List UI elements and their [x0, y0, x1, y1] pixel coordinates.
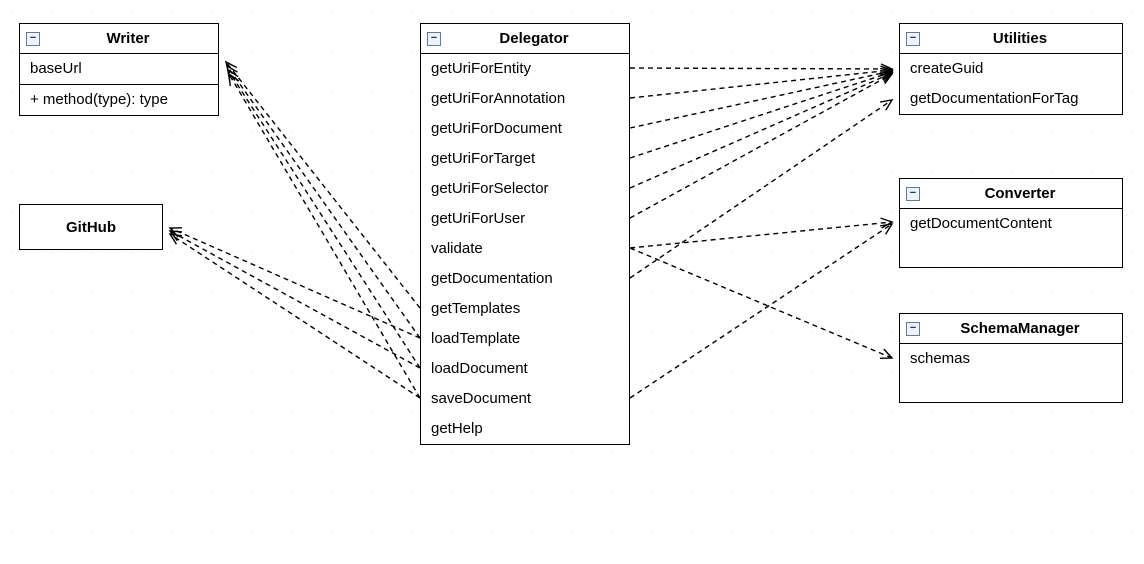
attribute-row: baseUrl: [20, 54, 218, 84]
class-schemamanager[interactable]: − SchemaManager schemas: [899, 313, 1123, 403]
class-title: SchemaManager: [924, 320, 1116, 337]
member-row: getUriForEntity: [421, 54, 629, 84]
member-row: getUriForUser: [421, 204, 629, 234]
member-row: getHelp: [421, 414, 629, 444]
class-header: − Delegator: [421, 24, 629, 54]
class-title: Delegator: [445, 30, 623, 47]
member-row: getUriForTarget: [421, 144, 629, 174]
empty-compartment: [900, 374, 1122, 402]
class-title: Converter: [924, 185, 1116, 202]
diagram-canvas: − Writer baseUrl + method(type): type Gi…: [0, 0, 1144, 564]
class-title: Writer: [44, 30, 212, 47]
member-row: validate: [421, 234, 629, 264]
class-title: Utilities: [924, 30, 1116, 47]
class-header: − Utilities: [900, 24, 1122, 54]
operation-row: + method(type): type: [20, 85, 218, 115]
member-row: loadDocument: [421, 354, 629, 384]
member-row: getTemplates: [421, 294, 629, 324]
member-row: getDocumentContent: [900, 209, 1122, 239]
class-header: − SchemaManager: [900, 314, 1122, 344]
member-row: saveDocument: [421, 384, 629, 414]
member-row: createGuid: [900, 54, 1122, 84]
member-row: getUriForSelector: [421, 174, 629, 204]
member-row: schemas: [900, 344, 1122, 374]
class-header: − Writer: [20, 24, 218, 54]
member-row: loadTemplate: [421, 324, 629, 354]
class-title: GitHub: [26, 219, 156, 236]
collapse-icon[interactable]: −: [906, 32, 920, 46]
class-header: GitHub: [20, 205, 162, 249]
class-header: − Converter: [900, 179, 1122, 209]
member-row: getUriForDocument: [421, 114, 629, 144]
collapse-icon[interactable]: −: [26, 32, 40, 46]
class-delegator[interactable]: − Delegator getUriForEntity getUriForAnn…: [420, 23, 630, 445]
class-utilities[interactable]: − Utilities createGuid getDocumentationF…: [899, 23, 1123, 115]
member-row: getDocumentation: [421, 264, 629, 294]
class-converter[interactable]: − Converter getDocumentContent: [899, 178, 1123, 268]
collapse-icon[interactable]: −: [906, 322, 920, 336]
collapse-icon[interactable]: −: [427, 32, 441, 46]
class-github[interactable]: GitHub: [19, 204, 163, 250]
collapse-icon[interactable]: −: [906, 187, 920, 201]
member-row: getUriForAnnotation: [421, 84, 629, 114]
class-writer[interactable]: − Writer baseUrl + method(type): type: [19, 23, 219, 116]
member-row: getDocumentationForTag: [900, 84, 1122, 114]
empty-compartment: [900, 239, 1122, 267]
